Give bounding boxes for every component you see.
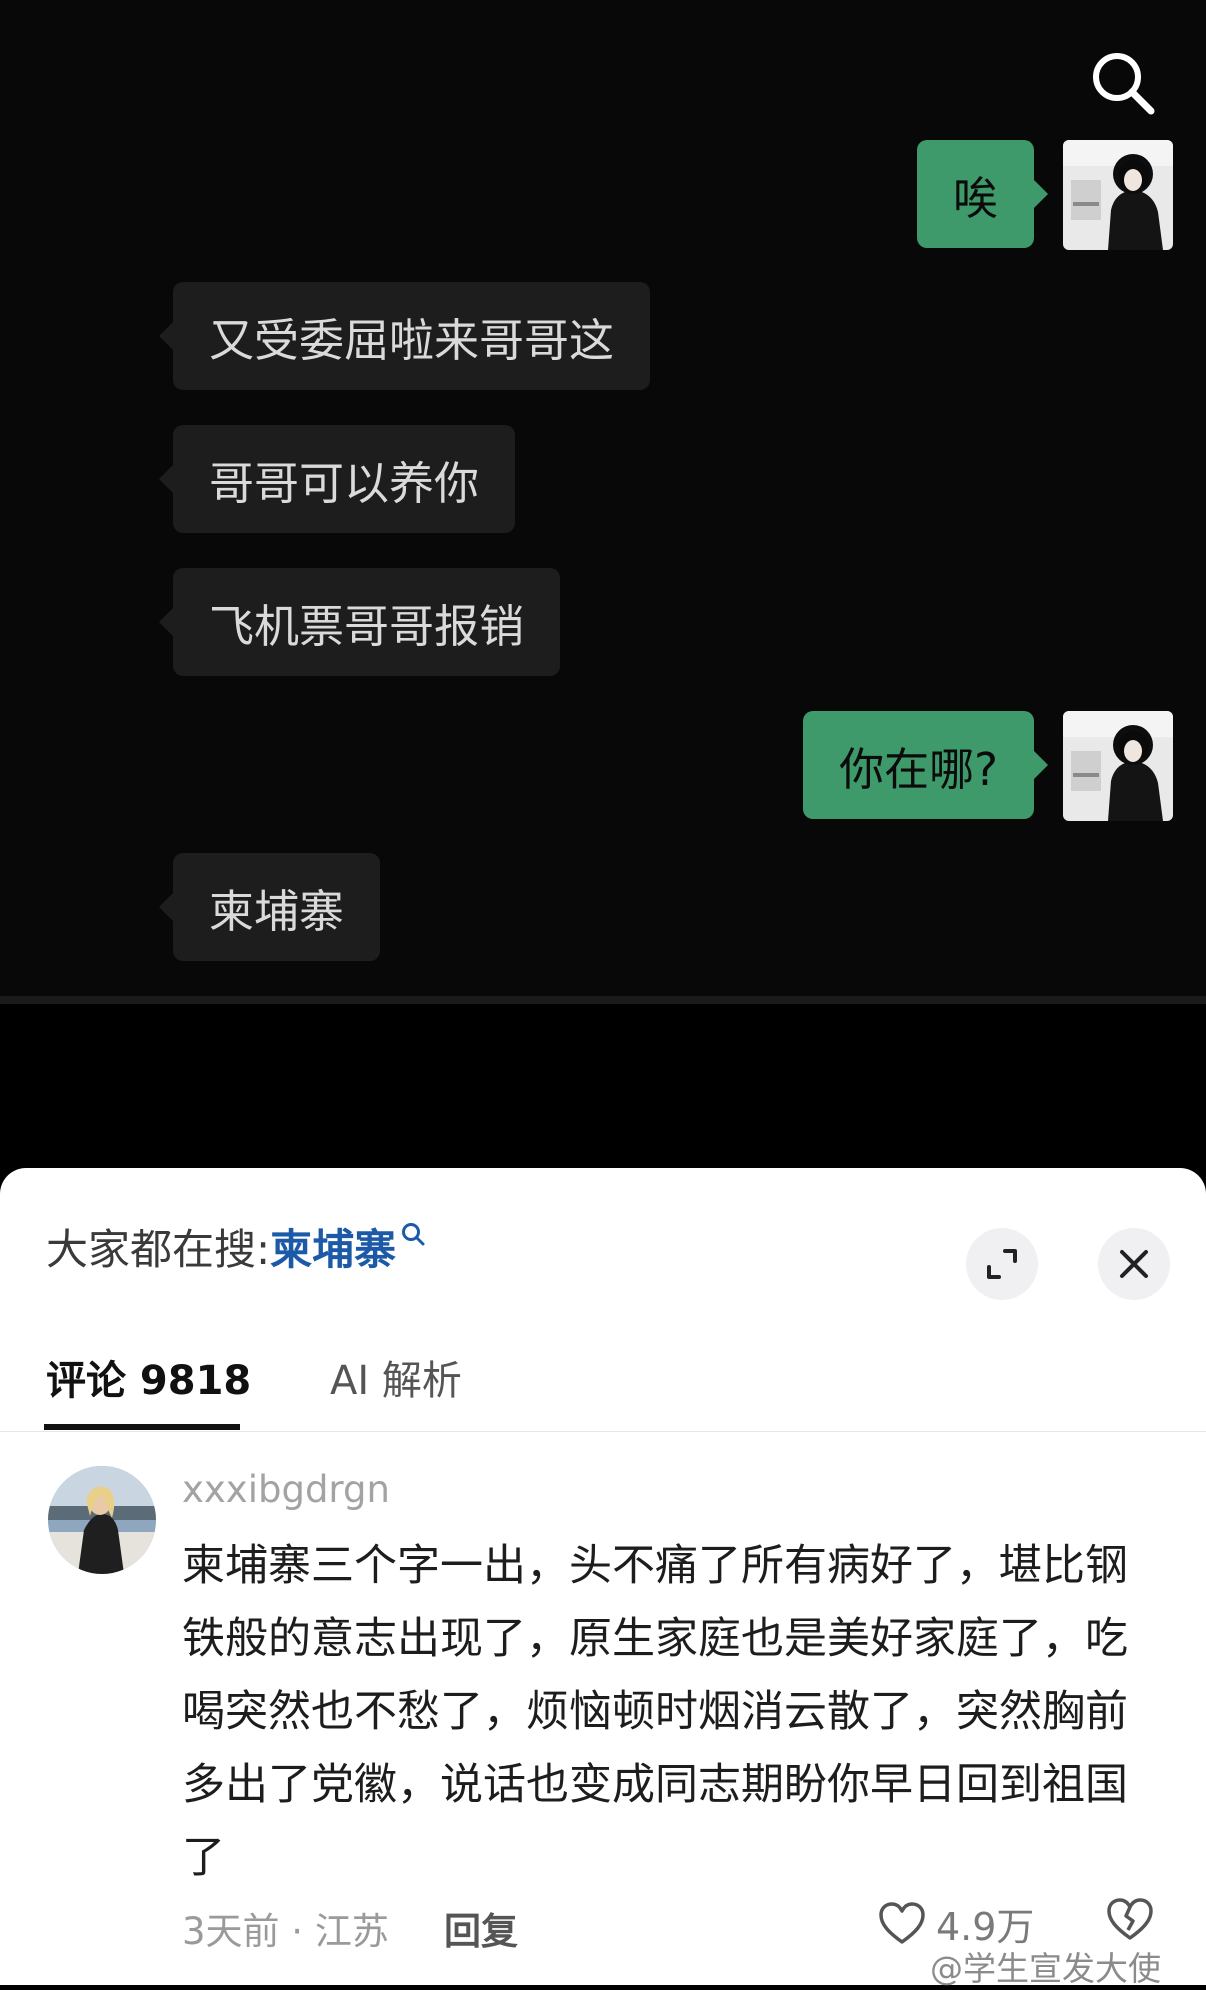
active-tab-indicator bbox=[44, 1424, 240, 1430]
message-bubble-received[interactable]: 柬埔寨 bbox=[158, 853, 381, 961]
trending-search-label: 大家都在搜: bbox=[46, 1225, 271, 1274]
trending-search-keyword[interactable]: 柬埔寨 bbox=[270, 1216, 396, 1277]
avatar-image bbox=[1063, 140, 1173, 250]
search-button[interactable] bbox=[1088, 48, 1158, 118]
close-icon bbox=[1120, 1250, 1148, 1278]
avatar[interactable] bbox=[1063, 711, 1173, 821]
message-bubble-sent[interactable]: 你在哪? bbox=[803, 711, 1048, 819]
search-icon bbox=[402, 1222, 425, 1245]
trending-search[interactable]: 大家都在搜: 柬埔寨 bbox=[46, 1216, 426, 1277]
message-text: 柬埔寨 bbox=[209, 884, 345, 938]
message-row: 又受委屈啦来哥哥这 bbox=[158, 282, 651, 390]
message-row: 柬埔寨 bbox=[158, 853, 381, 961]
avatar[interactable] bbox=[1063, 140, 1173, 250]
message-text: 飞机票哥哥报销 bbox=[209, 599, 525, 653]
tab-comments[interactable]: 评论 9818 bbox=[46, 1348, 251, 1406]
reply-button[interactable]: 回复 bbox=[444, 1901, 518, 1955]
message-row: 哥哥可以养你 bbox=[158, 425, 516, 533]
close-button[interactable] bbox=[1098, 1228, 1170, 1300]
message-row: 飞机票哥哥报销 bbox=[158, 568, 561, 676]
message-bubble-received[interactable]: 哥哥可以养你 bbox=[158, 425, 516, 533]
message-row: 唉 bbox=[916, 140, 1049, 248]
message-text: 唉 bbox=[952, 171, 998, 225]
watermark: @学生宣发大使 bbox=[930, 1949, 1161, 1988]
broken-heart-icon bbox=[1107, 1898, 1153, 1940]
message-row: 你在哪? bbox=[803, 711, 1048, 819]
divider bbox=[0, 996, 1206, 1004]
comment-sheet: 大家都在搜: 柬埔寨 评论 9818 AI 解析 xxxibgdrgn 柬埔寨三… bbox=[0, 1168, 1206, 1985]
expand-icon bbox=[987, 1249, 1017, 1279]
heart-icon bbox=[879, 1901, 925, 1944]
avatar[interactable] bbox=[48, 1466, 156, 1574]
tab-ai-analysis[interactable]: AI 解析 bbox=[330, 1348, 462, 1406]
message-bubble-received[interactable]: 飞机票哥哥报销 bbox=[158, 568, 561, 676]
message-text: 哥哥可以养你 bbox=[209, 456, 480, 510]
message-text: 又受委屈啦来哥哥这 bbox=[209, 313, 615, 367]
avatar-image bbox=[48, 1466, 156, 1574]
comment-text: 柬埔寨三个字一出，头不痛了所有病好了，堪比钢铁般的意志出现了，原生家庭也是美好家… bbox=[182, 1541, 1128, 1883]
divider bbox=[0, 1431, 1206, 1432]
message-bubble-sent[interactable]: 唉 bbox=[916, 140, 1049, 248]
chat-area: 唉 又受委屈啦来哥哥这 哥哥可以养你 飞机票哥哥报销 你在哪? 柬埔寨 bbox=[0, 0, 1206, 1000]
comment-username[interactable]: xxxibgdrgn bbox=[182, 1468, 390, 1511]
search-icon bbox=[1093, 53, 1155, 115]
message-text: 你在哪? bbox=[839, 742, 998, 796]
message-bubble-received[interactable]: 又受委屈啦来哥哥这 bbox=[158, 282, 651, 390]
comment-meta: 3天前 · 江苏 bbox=[182, 1910, 389, 1953]
expand-button[interactable] bbox=[966, 1228, 1038, 1300]
avatar-image bbox=[1063, 711, 1173, 821]
dislike-button[interactable] bbox=[1106, 1898, 1154, 1946]
